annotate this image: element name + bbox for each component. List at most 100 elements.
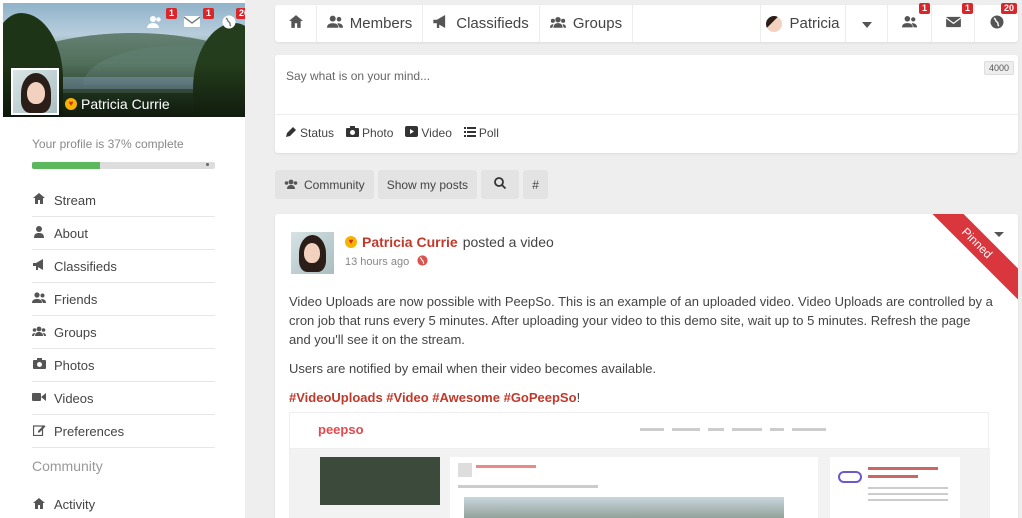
heart-icon: ♥ [345, 236, 357, 248]
embed-header: peepso [290, 413, 990, 449]
stream-filters: Community Show my posts # [275, 170, 549, 199]
user-profile-link[interactable]: Patricia [761, 5, 846, 42]
avatar [766, 15, 783, 32]
post-hashtags: #VideoUploads #Video #Awesome #GoPeepSo! [289, 388, 995, 407]
friend-requests-icon [902, 15, 917, 32]
cover-photo[interactable]: 1 1 20 ♥ Patricia Currie [3, 3, 245, 117]
profile-progress-text: Your profile is 37% complete [32, 137, 184, 151]
sidebar: 1 1 20 ♥ Patricia Currie Your profile is… [0, 0, 245, 518]
chevron-down-icon [861, 15, 872, 32]
envelope-icon [945, 15, 961, 32]
user-menu-toggle[interactable] [846, 5, 888, 42]
avatar[interactable] [11, 68, 59, 115]
home-icon [32, 193, 46, 207]
sidebar-item-preferences[interactable]: Preferences [32, 415, 215, 448]
hashtags-suffix: ! [576, 390, 581, 405]
top-navigation: Members Classifieds Groups Patricia 1 1 [275, 3, 1018, 42]
profile-progress-bar [32, 162, 215, 169]
post-paragraph: Video Uploads are now possible with Peep… [289, 294, 993, 347]
pencil-icon [286, 126, 297, 140]
camera-icon [346, 126, 360, 140]
topbar-spacer [633, 5, 761, 42]
community-heading: Community [32, 458, 103, 474]
home-icon [288, 15, 303, 32]
profile-name[interactable]: ♥ Patricia Currie [65, 96, 170, 112]
sidebar-item-label: Preferences [54, 423, 125, 439]
photo-tab[interactable]: Photo [346, 126, 393, 140]
users-icon [32, 292, 46, 306]
post-author-link[interactable]: Patricia Currie [362, 234, 458, 250]
sidebar-item-friends[interactable]: Friends [32, 283, 215, 316]
heart-icon: ♥ [65, 98, 77, 110]
megaphone-icon [433, 15, 449, 32]
user-name: Patricia [789, 15, 840, 32]
privacy-globe-icon[interactable] [417, 255, 428, 269]
home-button[interactable] [275, 5, 317, 42]
sidebar-item-about[interactable]: About [32, 217, 215, 250]
user-icon [32, 225, 46, 241]
status-tab[interactable]: Status [286, 126, 334, 140]
post-paragraph: Users are notified by email when their v… [289, 361, 657, 376]
friend-requests-badge: 1 [165, 8, 177, 19]
groups-icon [549, 15, 566, 32]
profile-progress-fill [32, 162, 100, 169]
sidebar-item-videos[interactable]: Videos [32, 382, 215, 415]
embed-nav-decoration [640, 426, 826, 431]
classifieds-link[interactable]: Classifieds [423, 5, 540, 42]
hashtag-label: # [532, 177, 539, 192]
sidebar-item-activity[interactable]: Activity [32, 488, 215, 518]
pinned-ribbon: Pinned [916, 214, 1018, 304]
search-button[interactable] [481, 170, 520, 199]
sidebar-item-classifieds[interactable]: Classifieds [32, 250, 215, 283]
messages-button[interactable]: 1 [932, 3, 975, 42]
sidebar-item-label: Photos [54, 357, 95, 373]
video-play-icon [405, 126, 419, 140]
members-link[interactable]: Members [317, 5, 423, 42]
groups-label: Groups [572, 15, 623, 32]
list-icon [463, 126, 476, 140]
classifieds-label: Classifieds [456, 15, 529, 32]
friend-requests-badge: 1 [918, 3, 930, 14]
friend-requests-icon[interactable]: 1 [147, 8, 177, 33]
poll-tab-label: Poll [478, 126, 499, 140]
hashtag-links[interactable]: #VideoUploads #Video #Awesome #GoPeepSo [289, 390, 577, 405]
globe-icon[interactable]: 20 [222, 8, 245, 33]
show-my-posts-button[interactable]: Show my posts [377, 170, 478, 199]
post-header: ♥ Patricia Currie posted a video [345, 234, 554, 250]
poll-tab[interactable]: Poll [463, 126, 499, 140]
post-action-text: posted a video [462, 234, 554, 250]
progress-end-dot [206, 163, 209, 166]
post-body: Video Uploads are now possible with Peep… [289, 292, 995, 417]
home-icon [32, 497, 46, 512]
hashtag-button[interactable]: # [523, 170, 549, 199]
friend-requests-button[interactable]: 1 [888, 3, 932, 42]
status-tab-label: Status [300, 126, 335, 140]
stream-post: ♥ Patricia Currie posted a video 13 hour… [275, 214, 1018, 518]
search-icon [494, 177, 507, 192]
video-icon [32, 391, 46, 405]
post-options-caret-icon[interactable] [994, 232, 1004, 237]
groups-link[interactable]: Groups [540, 5, 633, 42]
sidebar-item-stream[interactable]: Stream [32, 184, 215, 217]
video-tab[interactable]: Video [405, 126, 452, 140]
community-filter-button[interactable]: Community [275, 170, 374, 199]
messages-icon[interactable]: 1 [183, 8, 214, 33]
sidebar-item-groups[interactable]: Groups [32, 316, 215, 349]
post-timestamp[interactable]: 13 hours ago [345, 256, 409, 268]
sidebar-item-label: Videos [54, 390, 94, 406]
video-embed[interactable]: peepso [289, 412, 990, 518]
embed-preview-card [830, 457, 960, 518]
notifications-button[interactable]: 20 [975, 3, 1018, 42]
status-input[interactable]: Say what is on your mind... [286, 69, 430, 83]
sidebar-menu: Stream About Classifieds Friends Groups [32, 184, 215, 448]
post-meta: 13 hours ago [345, 255, 428, 269]
camera-icon [32, 358, 46, 372]
post-author-avatar[interactable] [291, 232, 334, 274]
megaphone-icon [32, 259, 46, 273]
edit-icon [32, 424, 46, 439]
sidebar-item-photos[interactable]: Photos [32, 349, 215, 382]
char-count-badge: 4000 [983, 61, 1014, 75]
embed-preview-photo [464, 497, 784, 518]
embed-preview-card [320, 457, 440, 505]
members-label: Members [349, 15, 413, 32]
